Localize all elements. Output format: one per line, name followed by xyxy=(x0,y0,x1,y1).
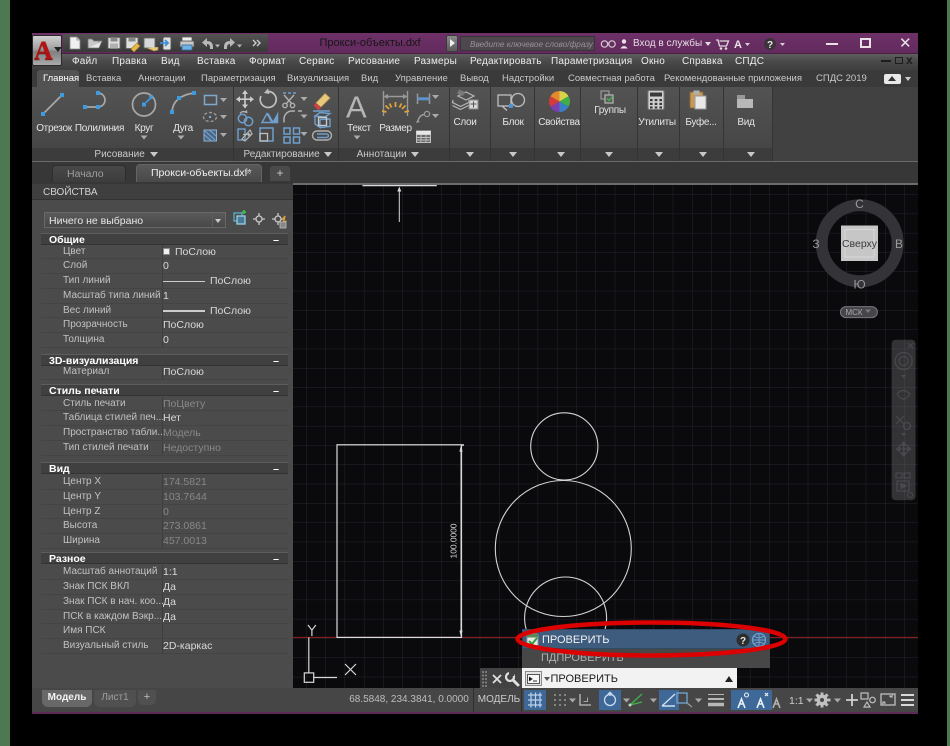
svg-text:A: A xyxy=(346,90,367,125)
svg-text:100.0000: 100.0000 xyxy=(449,523,459,558)
svg-text:1:1: 1:1 xyxy=(789,695,804,707)
svg-text:A: A xyxy=(734,39,742,51)
svg-text:З: З xyxy=(812,237,819,251)
svg-text:В: В xyxy=(895,237,903,251)
svg-text:?: ? xyxy=(767,40,773,51)
svg-text:Сверху: Сверху xyxy=(842,238,878,250)
svg-text:Ю: Ю xyxy=(853,278,865,292)
svg-text:МСК: МСК xyxy=(845,308,862,317)
svg-text:С: С xyxy=(855,197,864,211)
